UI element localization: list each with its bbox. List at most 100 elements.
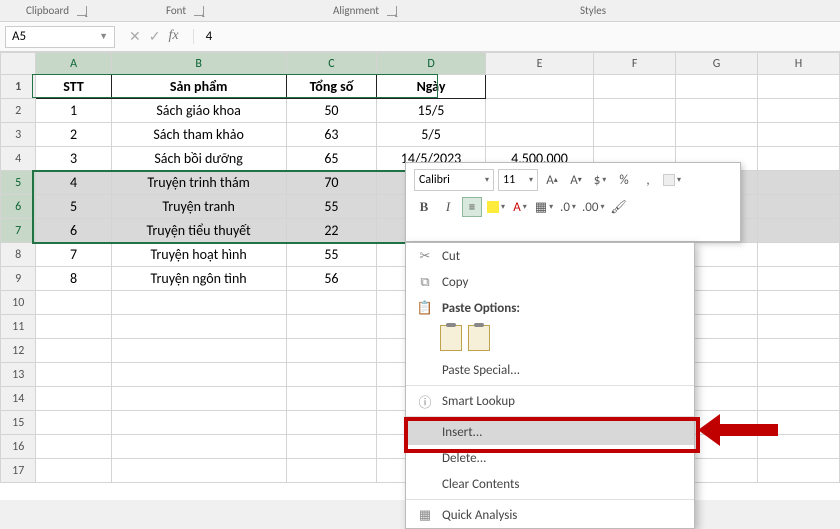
row-header[interactable]: 5 <box>1 171 36 195</box>
cell[interactable]: Truyện tranh <box>111 195 286 219</box>
row-header[interactable]: 4 <box>1 147 36 171</box>
cell[interactable]: Ngày <box>377 75 485 99</box>
cell[interactable] <box>676 75 758 99</box>
row-header[interactable]: 7 <box>1 219 36 243</box>
col-header[interactable]: F <box>594 53 676 75</box>
cell[interactable] <box>36 291 111 315</box>
name-box-dropdown-icon[interactable]: ▼ <box>99 31 108 42</box>
cell[interactable] <box>286 387 377 411</box>
cell[interactable]: 2 <box>36 123 111 147</box>
row-header[interactable]: 16 <box>1 435 36 459</box>
cell[interactable]: 65 <box>286 147 377 171</box>
format-painter-icon[interactable]: 🖌 <box>608 197 628 217</box>
fx-icon[interactable]: fx <box>168 28 178 45</box>
cell[interactable] <box>758 243 840 267</box>
cell[interactable] <box>676 99 758 123</box>
cell[interactable] <box>758 459 840 483</box>
cell[interactable] <box>36 339 111 363</box>
fill-color-icon[interactable] <box>486 197 506 217</box>
cell[interactable] <box>111 459 286 483</box>
cell[interactable] <box>758 363 840 387</box>
comma-format-icon[interactable]: , <box>638 170 658 190</box>
cell[interactable] <box>286 411 377 435</box>
cell[interactable]: 4 <box>36 171 111 195</box>
cell[interactable]: 5/5 <box>377 123 485 147</box>
clipboard-dialog-launcher-icon[interactable] <box>77 6 87 16</box>
alignment-dialog-launcher-icon[interactable] <box>387 6 397 16</box>
col-header[interactable]: H <box>758 53 840 75</box>
col-header[interactable]: E <box>485 53 593 75</box>
menu-clear-contents[interactable]: Clear Contents <box>406 471 694 497</box>
cell[interactable]: 3 <box>36 147 111 171</box>
cell[interactable]: 1 <box>36 99 111 123</box>
cell[interactable]: 22 <box>286 219 377 243</box>
cell[interactable] <box>758 219 840 243</box>
row-header[interactable]: 2 <box>1 99 36 123</box>
borders-icon[interactable]: ▦ <box>534 197 554 217</box>
cell[interactable]: 8 <box>36 267 111 291</box>
cell[interactable] <box>286 435 377 459</box>
cell[interactable]: Truyện tiểu thuyết <box>111 219 286 243</box>
cancel-icon[interactable]: ✕ <box>129 28 141 45</box>
cell[interactable] <box>758 315 840 339</box>
row-header[interactable]: 1 <box>1 75 36 99</box>
cell[interactable] <box>111 411 286 435</box>
cell[interactable] <box>286 339 377 363</box>
cell[interactable] <box>758 387 840 411</box>
cell[interactable] <box>485 75 593 99</box>
cell[interactable]: 50 <box>286 99 377 123</box>
cell[interactable]: 5 <box>36 195 111 219</box>
cell[interactable] <box>36 459 111 483</box>
cell[interactable] <box>111 291 286 315</box>
cell[interactable] <box>594 99 676 123</box>
paste-option-default[interactable] <box>440 325 462 351</box>
cell[interactable]: 7 <box>36 243 111 267</box>
cell[interactable] <box>758 291 840 315</box>
cell[interactable]: 6 <box>36 219 111 243</box>
row-header[interactable]: 8 <box>1 243 36 267</box>
accounting-format-icon[interactable]: $ <box>590 170 610 190</box>
menu-insert[interactable]: Insert... <box>406 419 694 445</box>
row-header[interactable]: 17 <box>1 459 36 483</box>
cell[interactable] <box>485 99 593 123</box>
row-header[interactable]: 3 <box>1 123 36 147</box>
cell[interactable] <box>36 363 111 387</box>
font-color-icon[interactable]: A <box>510 197 530 217</box>
cell[interactable] <box>758 267 840 291</box>
increase-font-icon[interactable]: A▴ <box>542 170 562 190</box>
cell[interactable] <box>111 363 286 387</box>
cell[interactable] <box>758 99 840 123</box>
col-header[interactable]: A <box>36 53 111 75</box>
row-header[interactable]: 14 <box>1 387 36 411</box>
col-header[interactable]: B <box>111 53 286 75</box>
cell[interactable] <box>676 123 758 147</box>
row-header[interactable]: 10 <box>1 291 36 315</box>
cell[interactable] <box>36 435 111 459</box>
formula-input[interactable]: 4 <box>193 29 840 44</box>
cell[interactable] <box>36 411 111 435</box>
cell[interactable] <box>758 75 840 99</box>
row-header[interactable]: 11 <box>1 315 36 339</box>
cell[interactable] <box>758 195 840 219</box>
cell[interactable]: Tổng số <box>286 75 377 99</box>
cell[interactable]: Sách bồi dưỡng <box>111 147 286 171</box>
cell[interactable] <box>594 75 676 99</box>
cell[interactable] <box>594 123 676 147</box>
cell[interactable] <box>36 387 111 411</box>
align-center-icon[interactable]: ≡ <box>462 197 482 217</box>
cell[interactable]: Truyện trinh thám <box>111 171 286 195</box>
cell[interactable]: 15/5 <box>377 99 485 123</box>
cell[interactable] <box>111 315 286 339</box>
confirm-icon[interactable]: ✓ <box>149 28 161 45</box>
cell[interactable]: Sách giáo khoa <box>111 99 286 123</box>
row-header[interactable]: 9 <box>1 267 36 291</box>
decrease-font-icon[interactable]: A▾ <box>566 170 586 190</box>
cell[interactable] <box>286 363 377 387</box>
cell[interactable]: Sách tham khảo <box>111 123 286 147</box>
cell[interactable]: Truyện hoạt hình <box>111 243 286 267</box>
cell[interactable] <box>758 171 840 195</box>
cell[interactable] <box>758 123 840 147</box>
col-header[interactable]: C <box>286 53 377 75</box>
bold-button[interactable]: B <box>414 197 434 217</box>
cell-styles-icon[interactable] <box>662 170 682 190</box>
